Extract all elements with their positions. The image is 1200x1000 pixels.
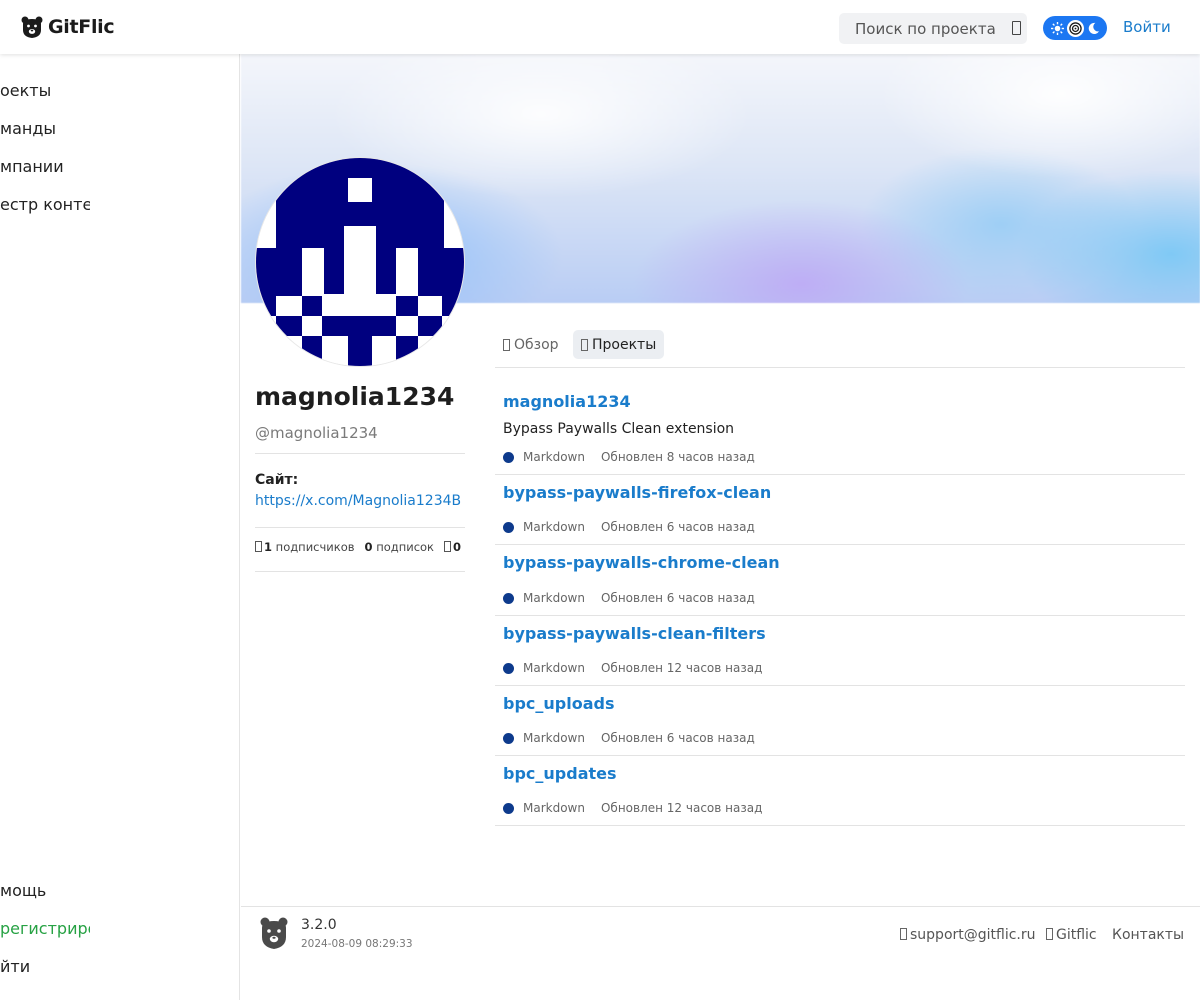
project-item: bypass-paywalls-firefox-clean Markdown О… [495,475,1185,545]
project-title[interactable]: bpc_updates [503,764,617,783]
light-theme-icon[interactable] [1049,20,1066,37]
language-dot-icon [503,732,514,744]
project-meta: Markdown Обновлен 6 часов назад [503,731,755,745]
project-meta: Markdown Обновлен 6 часов назад [503,520,755,534]
following-label: подписок [376,540,435,554]
login-link[interactable]: Войти [1123,18,1171,36]
profile-name: magnolia1234 [255,382,455,411]
project-language: Markdown [523,661,585,675]
project-language: Markdown [523,520,585,534]
gitflic-icon [1046,928,1053,940]
dark-theme-icon[interactable] [1085,20,1102,37]
followers-count: 1 [264,540,273,554]
tab-overview[interactable]: Обзор [495,330,567,359]
divider [255,571,465,572]
project-item: bpc_updates Markdown Обновлен 12 часов н… [495,756,1185,826]
left-sidebar: оекты манды мпании естр контеі мощь реги… [0,54,240,1000]
language-dot-icon [503,451,514,463]
followers-icon [255,541,262,552]
project-updated: Обновлен 12 часов назад [600,661,763,675]
tab-projects[interactable]: Проекты [573,330,665,359]
top-navbar: GitFlic Поиск по проекта Войти [0,0,1200,54]
tab-overview-label: Обзор [514,336,559,353]
mail-icon [900,928,907,940]
stars-count: 0 [453,540,462,554]
project-updated: Обновлен 8 часов назад [600,450,755,464]
gitflic-logo[interactable]: GitFlic [20,14,115,40]
contacts-link[interactable]: Контакты [1112,927,1184,943]
build-date: 2024-08-09 08:29:33 [301,938,413,950]
projects-icon [581,338,588,351]
stars-stat[interactable]: 0 [444,540,461,554]
project-meta: Markdown Обновлен 8 часов назад [503,450,755,464]
sidebar-item-container-registry[interactable]: естр контеі [0,195,90,214]
gitflic-link-label: Gitflic [1056,927,1097,943]
project-updated: Обновлен 6 часов назад [600,520,755,534]
site-label: Сайт: [255,472,299,488]
footer-bear-icon [260,917,288,949]
project-meta: Markdown Обновлен 12 часов назад [503,661,762,675]
tab-projects-label: Проекты [592,336,657,353]
footer-divider [241,906,1200,907]
star-icon [444,541,452,552]
project-item: bypass-paywalls-clean-filters Markdown О… [495,616,1185,686]
sidebar-item-projects[interactable]: оекты [0,81,90,100]
project-updated: Обновлен 6 часов назад [600,731,755,745]
following-count: 0 [364,540,373,554]
divider [255,453,465,454]
profile-stats: 1 подписчиков 0 подписок 0 [255,539,467,555]
avatar [256,158,464,366]
sidebar-item-teams[interactable]: манды [0,119,90,138]
project-title[interactable]: bpc_uploads [503,694,614,713]
overview-icon [503,338,510,351]
project-title[interactable]: bypass-paywalls-clean-filters [503,624,766,643]
app-version: 3.2.0 [301,917,337,933]
support-email-label: support@gitflic.ru [910,927,1036,943]
language-dot-icon [503,592,514,604]
project-meta: Markdown Обновлен 6 часов назад [503,591,755,605]
profile-handle: @magnolia1234 [255,424,378,442]
divider [255,527,465,528]
project-item: bpc_uploads Markdown Обновлен 6 часов на… [495,686,1185,756]
logo-text: GitFlic [48,16,115,38]
project-item: bypass-paywalls-chrome-clean Markdown Об… [495,545,1185,616]
followers-label: подписчиков [275,540,355,554]
project-item: magnolia1234 Bypass Paywalls Clean exten… [495,368,1185,475]
auto-theme-icon[interactable] [1066,19,1084,37]
project-language: Markdown [523,801,585,815]
search-placeholder: Поиск по проекта [855,20,996,38]
support-email-link[interactable]: support@gitflic.ru [900,927,1036,943]
followers-stat[interactable]: 1 подписчиков [255,540,355,554]
sidebar-item-companies[interactable]: мпании [0,157,90,176]
project-title[interactable]: bypass-paywalls-chrome-clean [503,553,780,572]
language-dot-icon [503,802,514,814]
theme-switcher[interactable] [1043,16,1107,40]
sidebar-item-register[interactable]: регистриро [0,919,90,938]
project-title[interactable]: magnolia1234 [503,392,631,411]
project-description: Bypass Paywalls Clean extension [503,421,735,437]
sidebar-item-help[interactable]: мощь [0,881,90,900]
language-dot-icon [503,662,514,674]
gitflic-link[interactable]: Gitflic [1046,927,1097,943]
site-link[interactable]: https://x.com/Magnolia1234B [255,493,461,509]
project-updated: Обновлен 6 часов назад [600,591,755,605]
sidebar-item-login[interactable]: йти [0,957,90,976]
project-updated: Обновлен 12 часов назад [600,801,763,815]
language-dot-icon [503,521,514,533]
project-title[interactable]: bypass-paywalls-firefox-clean [503,483,771,502]
project-language: Markdown [523,591,585,605]
search-icon[interactable] [1012,21,1021,35]
following-stat[interactable]: 0 подписок [365,540,434,554]
project-language: Markdown [523,731,585,745]
project-language: Markdown [523,450,585,464]
bear-logo-icon [21,16,43,38]
search-input[interactable]: Поиск по проекта [839,13,1027,44]
project-meta: Markdown Обновлен 12 часов назад [503,801,762,815]
